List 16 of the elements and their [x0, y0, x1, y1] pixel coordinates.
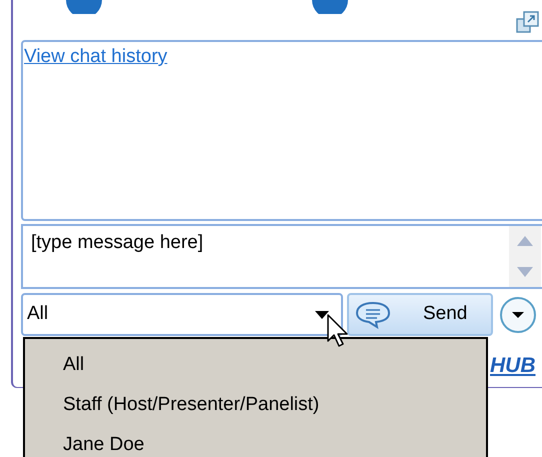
scrollbar[interactable] — [509, 226, 541, 287]
message-box[interactable]: [type message here] — [21, 224, 542, 289]
options-dropdown-icon[interactable] — [499, 296, 537, 334]
speech-bubble-icon — [355, 300, 391, 328]
scroll-up-icon[interactable] — [517, 236, 533, 246]
scroll-down-icon[interactable] — [517, 266, 533, 277]
recipient-select[interactable]: All — [21, 293, 343, 336]
send-button[interactable]: Send — [347, 293, 493, 336]
message-field[interactable]: [type message here] — [23, 228, 509, 258]
dropdown-option[interactable]: Staff (Host/Presenter/Panelist) — [25, 385, 486, 425]
popout-icon[interactable] — [516, 10, 540, 34]
dropdown-option[interactable]: All — [25, 345, 486, 385]
dropdown-arrow-icon — [315, 310, 329, 318]
hub-link[interactable]: HUB — [490, 350, 536, 382]
dropdown-option[interactable]: Jane Doe — [25, 425, 486, 457]
view-chat-history-link[interactable]: View chat history — [24, 46, 168, 67]
